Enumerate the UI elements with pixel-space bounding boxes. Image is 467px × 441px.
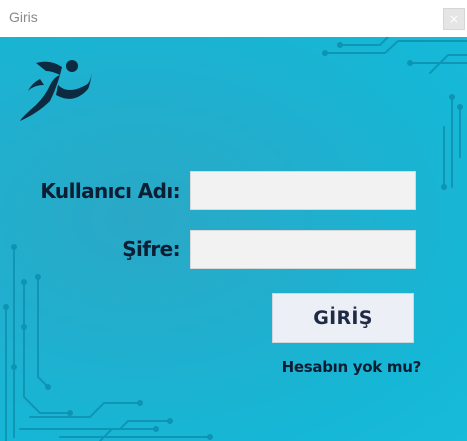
login-panel: Kullanıcı Adı: Şifre: GİRİŞ Hesabın yok … xyxy=(0,37,467,441)
close-icon: × xyxy=(448,12,460,26)
login-button[interactable]: GİRİŞ xyxy=(272,293,414,343)
close-button[interactable]: × xyxy=(443,8,465,30)
password-label: Şifre: xyxy=(122,237,180,261)
running-person-icon xyxy=(20,60,92,121)
register-link[interactable]: Hesabın yok mu? xyxy=(282,358,422,376)
username-label: Kullanıcı Adı: xyxy=(40,179,180,203)
window-title: Giris xyxy=(9,9,38,25)
username-field[interactable] xyxy=(190,171,416,210)
password-field[interactable] xyxy=(190,230,416,269)
title-bar: Giris × xyxy=(0,0,467,37)
